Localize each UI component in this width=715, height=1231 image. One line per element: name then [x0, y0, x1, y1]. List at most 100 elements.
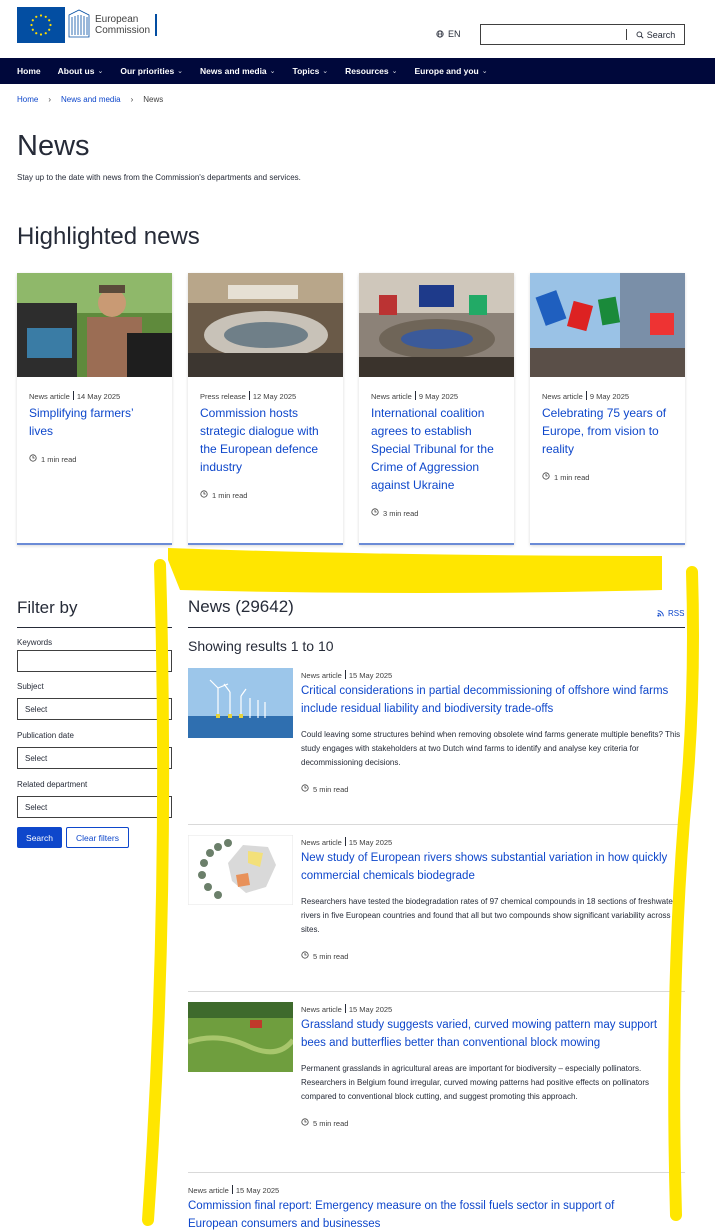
clock-icon	[301, 784, 309, 794]
subject-value: Select	[25, 704, 48, 714]
highlight-card[interactable]: News article 9 May 2025 International coa…	[359, 273, 514, 545]
news-type: News article	[301, 671, 342, 680]
breadcrumb-current: News	[143, 95, 164, 104]
rss-icon	[657, 610, 664, 617]
nav-label: News and media	[200, 66, 267, 76]
grassland-mowing-image	[187, 1002, 295, 1072]
card-type: News article	[29, 392, 70, 401]
read-time-label: 5 min read	[313, 1118, 349, 1128]
card-type: News article	[371, 392, 412, 401]
site-header: European Commission EN Search	[0, 0, 715, 58]
department-select[interactable]: Select ⌄	[17, 796, 172, 818]
read-time-label: 1 min read	[212, 490, 248, 500]
nav-label: Resources	[345, 66, 389, 76]
news-title-link[interactable]: Commission final report: Emergency measu…	[188, 1197, 638, 1231]
filter-title: Filter by	[17, 598, 78, 617]
card-title-link[interactable]: International coalition agrees to establ…	[371, 404, 502, 494]
card-meta: Press release 12 May 2025	[200, 391, 331, 401]
news-description: Could leaving some structures behind whe…	[301, 730, 681, 767]
flags-celebration-image	[530, 273, 685, 377]
chevron-right-icon: ›	[130, 95, 134, 104]
nav-europe-and-you[interactable]: Europe and you ⌄	[415, 66, 488, 76]
news-type: News article	[301, 1005, 342, 1014]
filter-search-button[interactable]: Search	[17, 827, 62, 848]
news-type: News article	[301, 838, 342, 847]
page-intro: Stay up to the date with news from the C…	[17, 173, 301, 182]
search-button[interactable]: Search	[626, 29, 684, 40]
card-meta: News article 9 May 2025	[542, 391, 673, 401]
highlight-card[interactable]: News article 9 May 2025 Celebrating 75 ye…	[530, 273, 685, 545]
chevron-down-icon: ⌄	[322, 68, 329, 75]
publication-date-select[interactable]: Select ⌄	[17, 747, 172, 769]
berlaymont-building-icon	[65, 7, 91, 43]
nav-home[interactable]: Home	[17, 66, 41, 76]
news-read-time: 5 min read	[301, 784, 685, 794]
search-input[interactable]	[481, 25, 626, 44]
news-title-link[interactable]: New study of European rivers shows subst…	[301, 849, 685, 885]
news-date: 15 May 2025	[235, 1186, 280, 1195]
news-item-body: News article 15 May 2025 Critical conside…	[301, 668, 685, 794]
news-date: 15 May 2025	[348, 671, 393, 680]
news-item-body: News article 15 May 2025 Grassland study …	[301, 1002, 685, 1128]
language-selector[interactable]: EN	[436, 29, 461, 39]
nav-topics[interactable]: Topics ⌄	[293, 66, 329, 76]
card-title-link[interactable]: Commission hosts strategic dialogue with…	[200, 404, 331, 476]
breadcrumb-home[interactable]: Home	[17, 95, 38, 104]
chevron-down-icon: ⌄	[97, 68, 104, 75]
news-title-link[interactable]: Grassland study suggests varied, curved …	[301, 1016, 685, 1052]
search-button-label: Search	[646, 29, 676, 40]
card-title-link[interactable]: Simplifying farmers’ lives	[29, 404, 160, 440]
read-time-label: 1 min read	[41, 454, 77, 464]
logo-text: European Commission	[95, 14, 158, 36]
nav-label: Home	[17, 66, 41, 76]
conference-room-image	[188, 273, 343, 377]
chevron-down-icon: ⌄	[157, 703, 165, 713]
news-date: 15 May 2025	[348, 1005, 393, 1014]
keywords-label: Keywords	[17, 638, 53, 647]
clear-filters-button[interactable]: Clear filters	[66, 827, 129, 848]
chevron-down-icon: ⌄	[177, 68, 184, 75]
card-meta: News article 14 May 2025	[29, 391, 160, 401]
nav-news-and-media[interactable]: News and media ⌄	[200, 66, 275, 76]
breadcrumb-news-and-media[interactable]: News and media	[61, 95, 121, 104]
card-title-link[interactable]: Celebrating 75 years of Europe, from vis…	[542, 404, 673, 458]
search-icon	[636, 31, 644, 39]
wind-farm-image	[188, 668, 293, 738]
nav-about-us[interactable]: About us ⌄	[58, 66, 104, 76]
clock-icon	[200, 490, 208, 500]
chevron-down-icon: ⌄	[269, 68, 276, 75]
highlight-card[interactable]: News article 14 May 2025 Simplifying farm…	[17, 273, 172, 545]
news-description: Researchers have tested the biodegradati…	[301, 897, 676, 934]
chevron-right-icon: ›	[48, 95, 52, 104]
european-commission-logo[interactable]: European Commission	[17, 7, 158, 43]
clock-icon	[542, 472, 550, 482]
card-read-time: 1 min read	[200, 490, 331, 500]
nav-resources[interactable]: Resources ⌄	[345, 66, 397, 76]
globe-icon	[436, 30, 444, 38]
nav-label: Our priorities	[120, 66, 175, 76]
keywords-input[interactable]	[17, 650, 172, 672]
highlight-card[interactable]: Press release 12 May 2025 Commission host…	[188, 273, 343, 545]
news-heading: News (29642)	[188, 597, 294, 616]
department-value: Select	[25, 802, 48, 812]
news-title-link[interactable]: Critical considerations in partial decom…	[301, 682, 685, 718]
rss-label: RSS	[668, 609, 685, 618]
publication-date-label: Publication date	[17, 731, 74, 740]
card-date: 9 May 2025	[589, 392, 630, 401]
nav-our-priorities[interactable]: Our priorities ⌄	[120, 66, 183, 76]
chevron-down-icon: ⌄	[157, 801, 165, 811]
clock-icon	[301, 1118, 309, 1128]
read-time-label: 3 min read	[383, 508, 419, 518]
subject-select[interactable]: Select ⌄	[17, 698, 172, 720]
rss-link[interactable]: RSS	[657, 609, 684, 618]
news-divider	[188, 627, 685, 628]
main-navigation: Home About us ⌄ Our priorities ⌄ News and …	[0, 58, 715, 84]
card-date: 9 May 2025	[418, 392, 459, 401]
nav-label: About us	[57, 66, 95, 76]
news-meta: News article 15 May 2025	[188, 1185, 685, 1195]
card-read-time: 1 min read	[29, 454, 160, 464]
read-time-label: 1 min read	[554, 472, 590, 482]
eu-flag-icon	[17, 7, 65, 43]
list-divider	[188, 824, 685, 825]
breadcrumb: Home › News and media › News	[17, 95, 163, 104]
